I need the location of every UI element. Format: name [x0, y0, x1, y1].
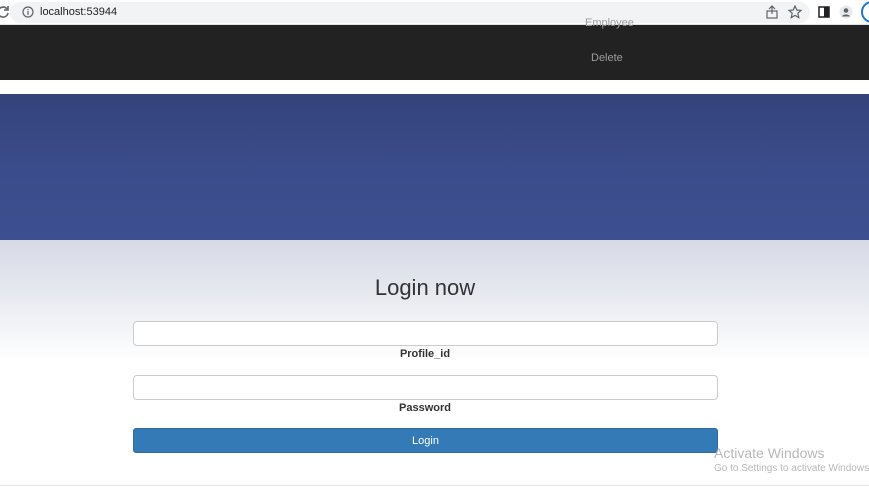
nav-item-employee[interactable]: Employee [585, 17, 634, 29]
login-button[interactable]: Login [133, 428, 718, 453]
hero-banner [0, 94, 869, 240]
site-info-icon[interactable] [22, 6, 34, 18]
activate-windows-subtitle: Go to Settings to activate Windows. [714, 463, 869, 474]
profile-id-input[interactable] [133, 321, 718, 346]
browser-toolbar: localhost:53944 [0, 0, 869, 25]
profile-id-label: Profile_id [399, 348, 451, 360]
activate-windows-title: Activate Windows [714, 445, 825, 461]
bookmark-star-icon[interactable] [788, 5, 802, 19]
password-label: Password [399, 402, 451, 414]
side-panel-icon[interactable] [817, 5, 831, 19]
footer-divider [0, 485, 869, 486]
share-icon[interactable] [765, 5, 779, 19]
account-avatar[interactable] [861, 1, 869, 23]
top-navbar: Employee Delete [0, 17, 869, 80]
login-title: Login now [374, 275, 476, 300]
profile-icon[interactable] [839, 5, 853, 19]
url-text[interactable]: localhost:53944 [40, 5, 117, 19]
password-input[interactable] [133, 375, 718, 400]
address-bar[interactable] [10, 2, 810, 23]
nav-item-delete[interactable]: Delete [591, 51, 623, 65]
reload-icon[interactable] [0, 5, 10, 19]
